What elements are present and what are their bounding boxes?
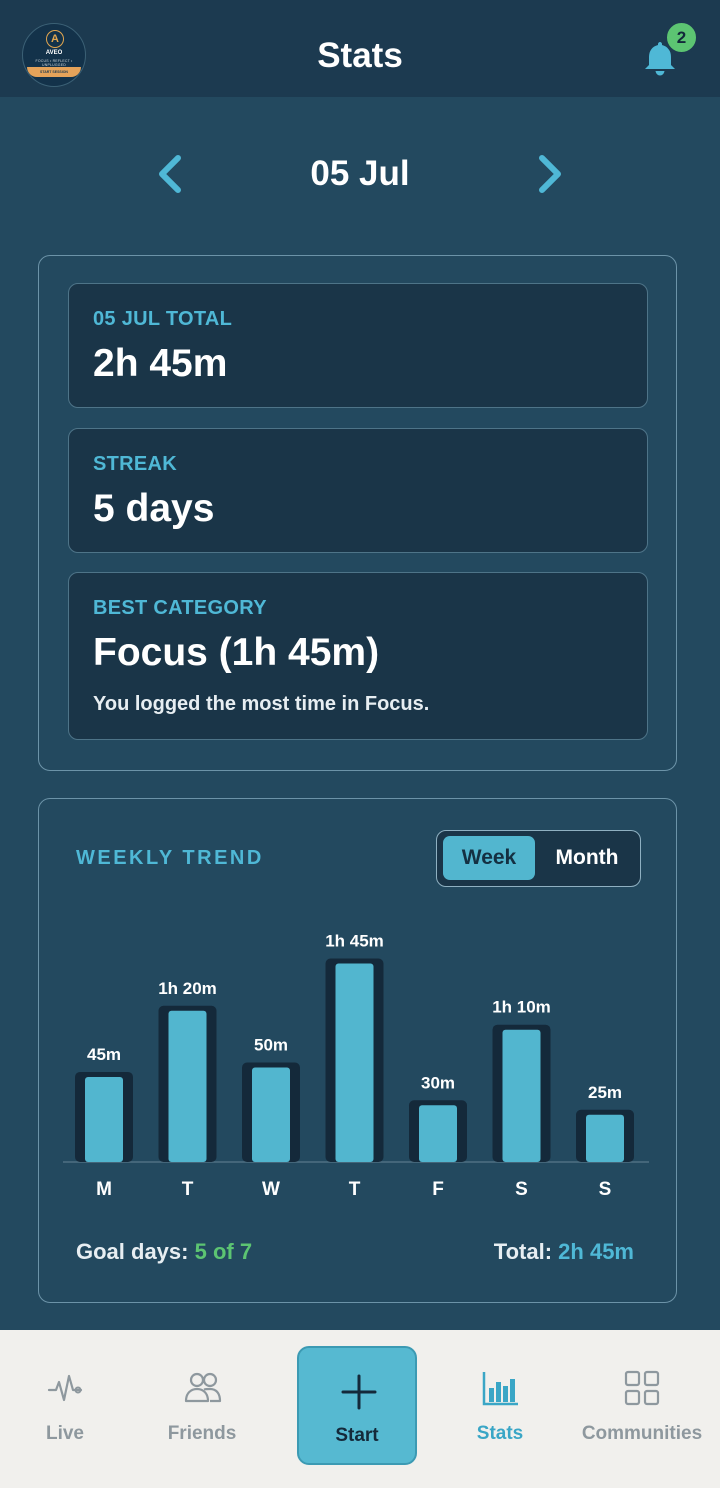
nav-friends[interactable]: Friends — [142, 1330, 262, 1488]
notification-badge: 2 — [664, 20, 699, 55]
best-category-label: BEST CATEGORY — [93, 597, 267, 619]
total-value: 2h 45m — [93, 342, 228, 385]
nav-stats[interactable]: Stats — [440, 1330, 560, 1488]
start-button[interactable]: Start — [297, 1346, 417, 1465]
nav-communities[interactable]: Communities — [572, 1330, 712, 1488]
bar-value-label: 45m — [87, 1045, 121, 1064]
day-tick-label: M — [96, 1179, 112, 1200]
bar-2[interactable] — [252, 1067, 290, 1163]
nav-stats-label: Stats — [476, 1423, 524, 1444]
day-tick-label: S — [515, 1179, 528, 1200]
day-tick-label: F — [432, 1179, 444, 1200]
start-label: Start — [335, 1425, 379, 1446]
nav-live-label: Live — [45, 1423, 85, 1444]
day-tick-label: T — [182, 1179, 194, 1200]
week-total: Total: 2h 45m — [494, 1239, 634, 1265]
bar-0[interactable] — [85, 1076, 123, 1162]
streak-value: 5 days — [93, 487, 215, 530]
app-header: A AVEO FOCUS • REFLECT • UNPLUGGED START… — [0, 0, 720, 97]
bar-value-label: 25m — [588, 1083, 622, 1102]
chevron-right-icon[interactable] — [530, 152, 570, 196]
bar-chart-icon — [482, 1372, 518, 1406]
goal-days: Goal days: 5 of 7 — [76, 1239, 252, 1265]
bar-1[interactable] — [168, 1010, 207, 1162]
plus-icon — [341, 1374, 377, 1410]
people-icon — [184, 1372, 222, 1403]
daily-summary-card: 05 JUL TOTAL 2h 45m STREAK 5 days BEST C… — [38, 255, 677, 771]
pulse-icon — [47, 1374, 83, 1402]
nav-communities-label: Communities — [581, 1423, 703, 1444]
bar-5[interactable] — [502, 1029, 541, 1162]
total-label: 05 JUL TOTAL — [93, 308, 233, 330]
bar-3[interactable] — [335, 963, 374, 1162]
day-tick-label: W — [262, 1179, 280, 1200]
day-tick-label: S — [599, 1179, 612, 1200]
current-date: 05 Jul — [310, 154, 410, 193]
weekly-trend-card: WEEKLY TREND Week Month 45m M 1h 20m T 50m W 1… — [38, 798, 677, 1303]
bar-value-label: 1h 10m — [492, 998, 551, 1017]
nav-live[interactable]: Live — [5, 1330, 125, 1488]
week-total-label: Total: — [493, 1239, 553, 1264]
day-tick-label: T — [349, 1179, 361, 1200]
bar-6[interactable] — [586, 1114, 624, 1162]
best-category-note: You logged the most time in Focus. — [93, 693, 430, 715]
date-navigator: 05 Jul — [0, 140, 720, 210]
bar-value-label: 50m — [254, 1036, 288, 1055]
nav-friends-label: Friends — [167, 1423, 237, 1444]
week-total-value: 2h 45m — [558, 1239, 634, 1264]
goal-days-label: Goal days: — [76, 1239, 189, 1264]
bar-value-label: 1h 45m — [325, 932, 384, 951]
weekly-bar-chart: 45m M 1h 20m T 50m W 1h 45m T 30m F 1h 10m S 25m S — [63, 932, 649, 1200]
bar-4[interactable] — [419, 1105, 457, 1162]
bottom-nav: Live Friends Start Stats Communities — [0, 1330, 720, 1488]
best-category-value: Focus (1h 45m) — [93, 631, 380, 674]
total-time-box: 05 JUL TOTAL 2h 45m — [68, 283, 648, 408]
page-title: Stats — [317, 36, 403, 75]
bar-value-label: 30m — [421, 1073, 455, 1092]
bar-value-label: 1h 20m — [158, 979, 217, 998]
grid-icon — [624, 1370, 660, 1406]
streak-label: STREAK — [93, 453, 178, 475]
streak-box: STREAK 5 days — [68, 428, 648, 553]
best-category-box: BEST CATEGORY Focus (1h 45m) You logged … — [68, 572, 648, 740]
goal-days-value: 5 of 7 — [194, 1239, 253, 1264]
